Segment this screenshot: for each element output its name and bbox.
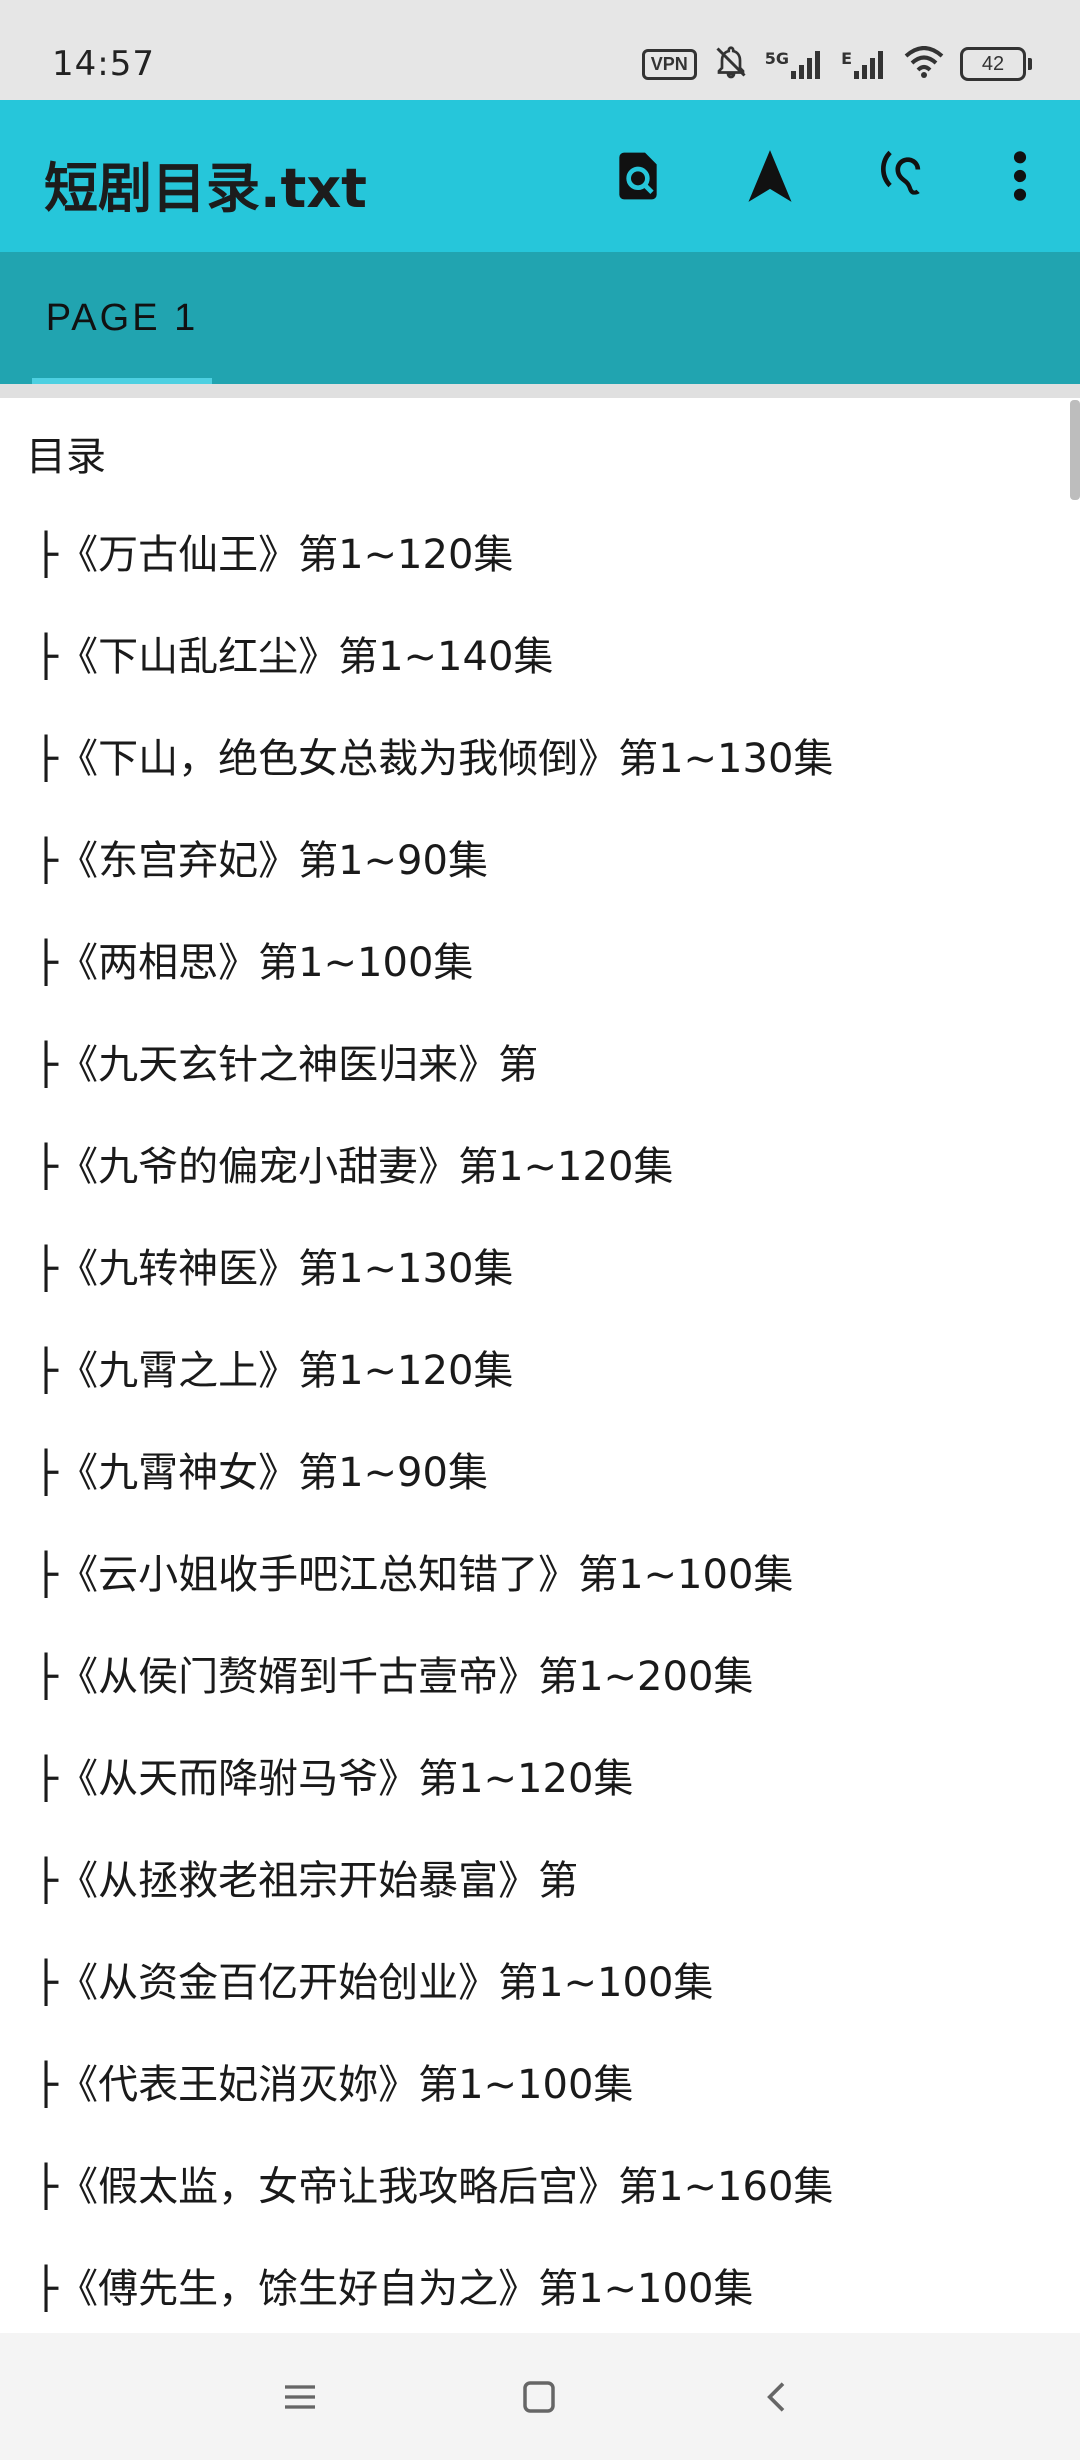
status-time: 14:57 (52, 44, 155, 84)
signal-5g-icon: 5G (765, 49, 825, 79)
tab-strip: PAGE 1 (0, 252, 1080, 384)
list-item: ├《九天玄针之神医归来》第 (34, 1042, 539, 1088)
list-item: ├《两相思》第1~100集 (34, 940, 474, 986)
list-item: ├《从资金百亿开始创业》第1~100集 (34, 1960, 714, 2006)
document-content[interactable]: 目录 ├《万古仙王》第1~120集 ├《下山乱红尘》第1~140集 ├《下山，绝… (0, 398, 1080, 2333)
list-item: ├《从拯救老祖宗开始暴富》第 (34, 1858, 579, 1904)
list-item: ├《下山，绝色女总裁为我倾倒》第1~130集 (34, 736, 834, 782)
tab-label: PAGE 1 (45, 296, 199, 339)
network-5g-label: 5G (764, 49, 790, 68)
menu-icon[interactable] (264, 2361, 336, 2433)
signal-e-icon: E (841, 49, 888, 79)
status-bar: 14:57 VPN 5G E 42 (0, 0, 1080, 100)
list-item: ├《九霄之上》第1~120集 (34, 1348, 514, 1394)
list-item: ├《代表王妃消灭妳》第1~100集 (34, 2062, 634, 2108)
list-item: ├《万古仙王》第1~120集 (34, 532, 514, 578)
tab-page-1[interactable]: PAGE 1 (32, 252, 212, 384)
navigation-bar (0, 2333, 1080, 2460)
document-lines: ├《万古仙王》第1~120集 ├《下山乱红尘》第1~140集 ├《下山，绝色女总… (0, 500, 1060, 2333)
document-heading: 目录 (26, 434, 106, 480)
wifi-icon (904, 46, 944, 82)
search-document-icon[interactable] (602, 140, 674, 212)
list-item: ├《九爷的偏宠小甜妻》第1~120集 (34, 1144, 674, 1190)
list-item: ├《下山乱红尘》第1~140集 (34, 634, 554, 680)
hearing-icon[interactable] (866, 140, 938, 212)
list-item: ├《假太监，女帝让我攻略后宫》第1~160集 (34, 2164, 834, 2210)
network-e-label: E (841, 49, 852, 68)
vpn-icon: VPN (641, 48, 697, 80)
scrollbar[interactable] (1070, 400, 1080, 500)
navigation-arrow-icon[interactable] (734, 140, 806, 212)
list-item: ├《九转神医》第1~130集 (34, 1246, 514, 1292)
list-item: ├《从侯门赘婿到千古壹帝》第1~200集 (34, 1654, 754, 1700)
document-title: 短剧目录.txt (44, 157, 367, 220)
more-vert-icon[interactable] (984, 140, 1056, 212)
status-icons: VPN 5G E 42 (641, 44, 1032, 84)
app-bar: 短剧目录.txt (0, 100, 1080, 252)
list-item: ├《云小姐收手吧江总知错了》第1~100集 (34, 1552, 794, 1598)
battery-level: 42 (960, 47, 1026, 81)
list-item: ├《傅先生，馀生好自为之》第1~100集 (34, 2266, 754, 2312)
list-item: ├《东宫弃妃》第1~90集 (34, 838, 488, 884)
home-square-icon[interactable] (503, 2361, 575, 2433)
back-chevron-icon[interactable] (742, 2361, 814, 2433)
battery-icon: 42 (960, 47, 1032, 81)
bell-off-icon (713, 44, 749, 84)
list-item: ├《九霄神女》第1~90集 (34, 1450, 488, 1496)
list-item: ├《从天而降驸马爷》第1~120集 (34, 1756, 634, 1802)
tab-divider (0, 384, 1080, 398)
